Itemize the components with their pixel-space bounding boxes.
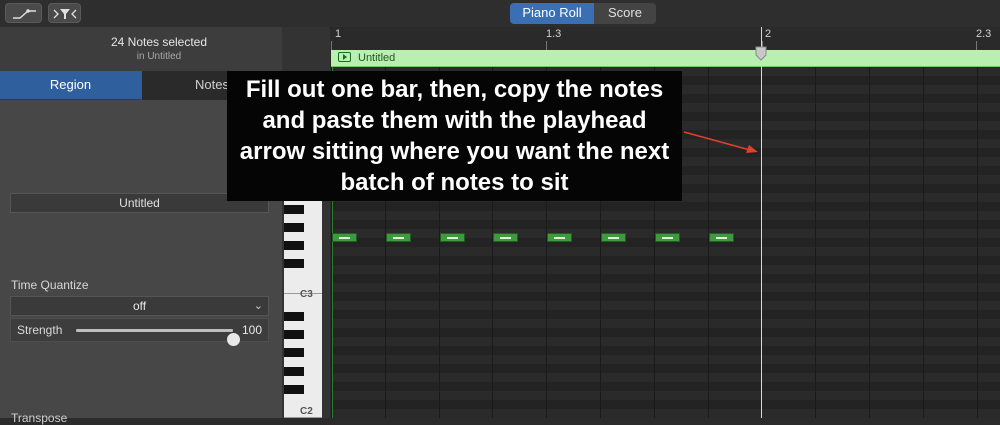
midi-note[interactable] <box>493 233 518 242</box>
grid-row <box>331 283 1000 292</box>
grid-row <box>331 310 1000 319</box>
grid-row <box>331 337 1000 346</box>
midi-note[interactable] <box>547 233 572 242</box>
grid-row <box>331 274 1000 283</box>
grid-beat-line <box>977 67 978 418</box>
midi-note[interactable] <box>601 233 626 242</box>
grid-row <box>331 409 1000 418</box>
time-quantize-label: Time Quantize <box>11 278 89 292</box>
midi-note[interactable] <box>332 233 357 242</box>
automation-button[interactable] <box>5 3 42 23</box>
strength-label: Strength <box>17 323 63 337</box>
midi-note[interactable] <box>440 233 465 242</box>
octave-label-c3: C3 <box>300 289 313 300</box>
annotation-arrow-icon <box>683 131 758 153</box>
tab-score[interactable]: Score <box>594 3 656 24</box>
grid-beat-line <box>869 67 870 418</box>
region-label: Untitled <box>358 52 396 64</box>
ruler-mark: 1 <box>335 28 342 40</box>
grid-beat-line <box>708 67 709 418</box>
black-key[interactable] <box>284 223 304 232</box>
grid-row <box>331 328 1000 337</box>
time-quantize-select[interactable]: off ⌄ <box>10 296 269 316</box>
strength-value: 100 <box>241 323 262 337</box>
midi-note[interactable] <box>386 233 411 242</box>
playhead-line[interactable] <box>761 27 762 418</box>
ruler-mark: 2.3 <box>976 28 992 40</box>
selection-header: 24 Notes selected in Untitled <box>0 27 282 71</box>
region-header[interactable]: Untitled <box>331 50 1000 67</box>
grid-row <box>331 346 1000 355</box>
automation-icon <box>13 9 36 19</box>
chevron-down-icon: ⌄ <box>253 300 263 312</box>
toolbar: Piano Roll Score <box>0 0 1000 28</box>
ruler-mark: 1.3 <box>546 28 562 40</box>
selection-source: in Untitled <box>136 51 182 62</box>
tab-region[interactable]: Region <box>0 71 141 100</box>
note-velocity-bar <box>500 237 511 239</box>
strength-slider-fill <box>76 329 233 332</box>
grid-row <box>331 355 1000 364</box>
grid-row <box>331 265 1000 274</box>
octave-label-c2: C2 <box>300 406 313 417</box>
strength-slider[interactable] <box>76 329 240 346</box>
grid-row <box>331 319 1000 328</box>
grid-row <box>331 373 1000 382</box>
midi-filter-icon <box>53 9 77 19</box>
midi-filter-button[interactable] <box>48 3 81 23</box>
grid-row <box>331 247 1000 256</box>
ruler-mark: 2 <box>765 28 772 40</box>
black-key[interactable] <box>284 259 304 268</box>
strength-slider-thumb[interactable] <box>227 333 240 346</box>
grid-row <box>331 391 1000 400</box>
note-velocity-bar <box>554 237 565 239</box>
grid-beat-line <box>815 67 816 418</box>
note-velocity-bar <box>662 237 673 239</box>
strength-control: Strength 100 <box>10 318 269 346</box>
ruler-tick <box>546 41 547 50</box>
note-velocity-bar <box>608 237 619 239</box>
midi-note[interactable] <box>709 233 734 242</box>
note-velocity-bar <box>339 237 350 239</box>
grid-row <box>331 211 1000 220</box>
grid-row <box>331 256 1000 265</box>
grid-beat-line <box>923 67 924 418</box>
ruler-tick <box>976 41 977 50</box>
black-key[interactable] <box>284 330 304 339</box>
annotation-callout: Fill out one bar, then, copy the notes a… <box>227 71 682 201</box>
grid-row <box>331 382 1000 391</box>
grid-row <box>331 301 1000 310</box>
tab-piano-roll[interactable]: Piano Roll <box>510 3 594 24</box>
playhead-icon[interactable] <box>754 46 768 61</box>
black-key[interactable] <box>284 385 304 394</box>
transpose-label: Transpose <box>11 411 68 425</box>
note-velocity-bar <box>393 237 404 239</box>
black-key[interactable] <box>284 312 304 321</box>
black-key[interactable] <box>284 367 304 376</box>
bar-ruler[interactable]: 1 1.3 2 2.3 <box>331 27 1000 50</box>
play-region-icon <box>338 52 351 62</box>
grid-row <box>331 400 1000 409</box>
black-key[interactable] <box>284 241 304 250</box>
selection-count: 24 Notes selected <box>110 35 208 49</box>
midi-note[interactable] <box>655 233 680 242</box>
ruler-tick <box>331 41 332 50</box>
grid-row <box>331 220 1000 229</box>
grid-row <box>331 292 1000 301</box>
note-velocity-bar <box>716 237 727 239</box>
black-key[interactable] <box>284 205 304 214</box>
black-key[interactable] <box>284 348 304 357</box>
time-quantize-value: off <box>132 299 147 313</box>
grid-row <box>331 364 1000 373</box>
grid-row <box>331 202 1000 211</box>
note-velocity-bar <box>447 237 458 239</box>
